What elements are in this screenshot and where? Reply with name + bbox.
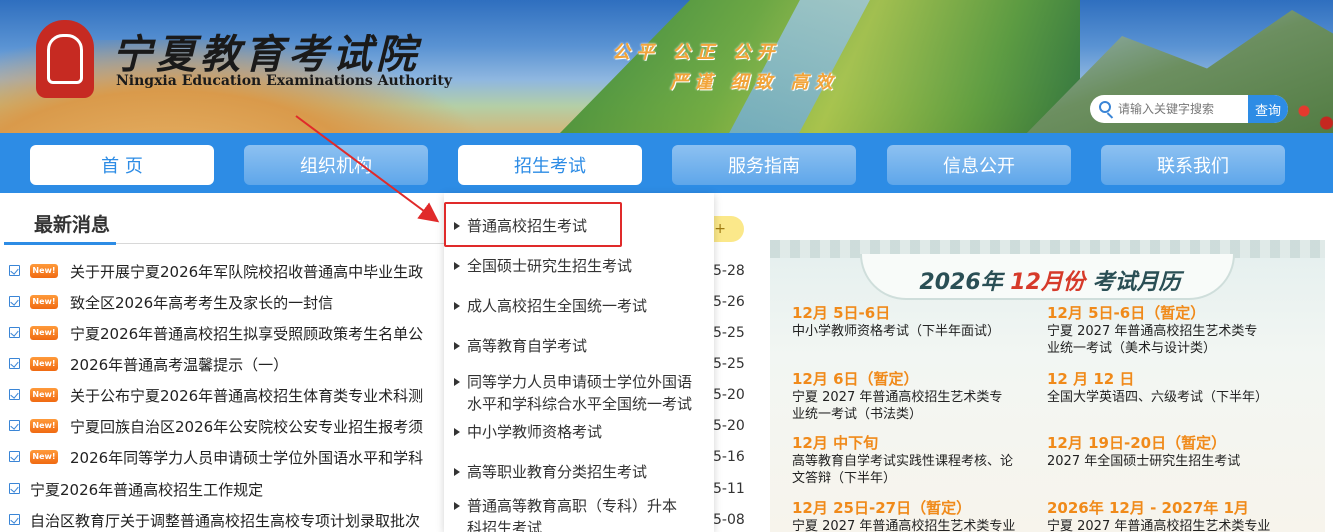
new-badge: New! <box>30 264 58 278</box>
calendar-item: 12月 25日-27日（暂定） 宁夏 2027 年普通高校招生艺术类专业 <box>792 497 1052 532</box>
news-date: 5-20 <box>713 418 745 434</box>
dropdown-item-label: 高等教育自学考试 <box>467 337 588 355</box>
nav-admissions[interactable]: 招生考试 <box>458 145 642 185</box>
dropdown-item-graduate[interactable]: 全国硕士研究生招生考试 <box>452 255 712 277</box>
calendar-item: 12月 6日（暂定） 宁夏 2027 年普通高校招生艺术类专业统一考试（书法类） <box>792 368 1052 423</box>
triangle-right-icon <box>454 302 460 310</box>
news-date: 5-25 <box>713 325 745 341</box>
calendar-date: 12月 25日-27日（暂定） <box>792 499 972 517</box>
search-input[interactable] <box>1118 95 1248 123</box>
triangle-right-icon <box>454 262 460 270</box>
poster-title-month: 12月份 <box>1010 270 1085 295</box>
nav-contact[interactable]: 联系我们 <box>1101 145 1285 185</box>
highlight-box <box>444 202 622 247</box>
triangle-right-icon <box>454 378 460 386</box>
calendar-desc: 宁夏 2027 年普通高校招生艺术类专业统一考试（美术与设计类） <box>1047 324 1258 356</box>
dropdown-item-label: 全国硕士研究生招生考试 <box>467 257 633 275</box>
search-icon <box>1090 95 1118 123</box>
doc-check-icon <box>9 420 20 431</box>
news-date: 5-25 <box>713 356 745 372</box>
exam-calendar-poster[interactable]: 2026年 12月份 考试月历 12月 5日-6日 中小学教师资格考试（下半年面… <box>770 240 1325 532</box>
doc-check-icon <box>9 514 20 525</box>
new-badge: New! <box>30 357 58 371</box>
news-title-underline <box>4 242 116 245</box>
doc-check-icon <box>9 483 20 494</box>
news-date: 5-20 <box>713 387 745 403</box>
logo-seal-icon[interactable] <box>36 20 94 98</box>
dropdown-item-upgrade[interactable]: 普通高等教育高职（专科）升本科招生考试 <box>452 495 712 532</box>
brand-name-cn: 宁夏教育考试院 <box>112 31 420 78</box>
header-banner: 宁夏教育考试院 Ningxia Education Examinations A… <box>0 0 1333 133</box>
calendar-date: 12月 6日（暂定） <box>792 370 919 388</box>
nav-organization[interactable]: 组织机构 <box>244 145 428 185</box>
news-date: 5-26 <box>713 294 745 310</box>
new-badge: New! <box>30 450 58 464</box>
calendar-desc: 宁夏 2027 年普通高校招生艺术类专业统一考试（书法类） <box>792 390 1003 422</box>
brand-name-en: Ningxia Education Examinations Authority <box>116 73 452 89</box>
dropdown-item-label: 普通高等教育高职（专科）升本科招生考试 <box>467 497 678 532</box>
calendar-item: 12月 5日-6日（暂定） 宁夏 2027 年普通高校招生艺术类专业统一考试（美… <box>1047 302 1307 357</box>
doc-check-icon <box>9 327 20 338</box>
dropdown-item-label: 同等学力人员申请硕士学位外国语水平和学科综合水平全国统一考试 <box>467 373 693 413</box>
calendar-item: 12月 中下旬 高等教育自学考试实践性课程考核、论文答辩（下半年） <box>792 432 1052 487</box>
calendar-date: 12月 19日-20日（暂定） <box>1047 434 1227 452</box>
news-headline[interactable]: 宁夏2026年普通高校招生工作规定 <box>30 479 470 500</box>
calendar-desc: 中小学教师资格考试（下半年面试） <box>792 324 1001 339</box>
news-date: 5-16 <box>713 449 745 465</box>
calendar-date: 12月 中下旬 <box>792 434 879 452</box>
triangle-right-icon <box>454 428 460 436</box>
dropdown-item-vocational[interactable]: 高等职业教育分类招生考试 <box>452 461 712 483</box>
slogan-line-2: 严谨 细致 高效 <box>670 72 839 93</box>
poster-title-year: 2026年 <box>919 270 1003 295</box>
news-divider <box>116 243 446 244</box>
triangle-right-icon <box>454 468 460 476</box>
news-date: 5-11 <box>713 481 745 497</box>
new-badge: New! <box>30 326 58 340</box>
nav-service-guide[interactable]: 服务指南 <box>672 145 856 185</box>
news-headline[interactable]: 自治区教育厅关于调整普通高校招生高校专项计划录取批次 <box>30 510 470 531</box>
calendar-desc: 全国大学英语四、六级考试（下半年） <box>1047 390 1269 405</box>
dropdown-item-self-study[interactable]: 高等教育自学考试 <box>452 335 712 357</box>
dropdown-item-label: 中小学教师资格考试 <box>467 423 603 441</box>
doc-check-icon <box>9 296 20 307</box>
triangle-right-icon <box>454 502 460 510</box>
doc-check-icon <box>9 451 20 462</box>
new-badge: New! <box>30 295 58 309</box>
doc-check-icon <box>9 265 20 276</box>
dropdown-item-label: 成人高校招生全国统一考试 <box>467 297 648 315</box>
search-box: 查询 <box>1090 95 1288 123</box>
poster-title: 2026年 12月份 考试月历 <box>870 264 1230 296</box>
calendar-desc: 高等教育自学考试实践性课程考核、论文答辩（下半年） <box>792 454 1014 486</box>
dropdown-item-adult[interactable]: 成人高校招生全国统一考试 <box>452 295 712 317</box>
slogan-line-1: 公平 公正 公开 <box>612 42 781 63</box>
calendar-date: 12月 5日-6日（暂定） <box>1047 304 1206 322</box>
calendar-date: 12月 5日-6日 <box>792 304 891 322</box>
news-date: 5-28 <box>713 263 745 279</box>
new-badge: New! <box>30 419 58 433</box>
calendar-desc: 宁夏 2027 年普通高校招生艺术类专业 <box>792 519 1016 532</box>
news-section-title: 最新消息 <box>34 214 111 236</box>
main-nav: 首 页 组织机构 招生考试 服务指南 信息公开 联系我们 <box>0 133 1333 193</box>
nav-info-disclosure[interactable]: 信息公开 <box>887 145 1071 185</box>
calendar-date: 2026年 12月 - 2027年 1月 <box>1047 499 1249 517</box>
calendar-desc: 宁夏 2027 年普通高校招生艺术类专业 <box>1047 519 1271 532</box>
calendar-item: 12月 5日-6日 中小学教师资格考试（下半年面试） <box>792 302 1052 340</box>
news-date: 5-08 <box>713 512 745 528</box>
dropdown-item-label: 高等职业教育分类招生考试 <box>467 463 648 481</box>
poster-title-suffix: 考试月历 <box>1092 270 1181 295</box>
calendar-item: 12 月 12 日 全国大学英语四、六级考试（下半年） <box>1047 368 1307 406</box>
calendar-date: 12 月 12 日 <box>1047 370 1135 388</box>
doc-check-icon <box>9 389 20 400</box>
calendar-item: 12月 19日-20日（暂定） 2027 年全国硕士研究生招生考试 <box>1047 432 1307 470</box>
search-button[interactable]: 查询 <box>1248 95 1288 123</box>
dropdown-item-teacher[interactable]: 中小学教师资格考试 <box>452 421 712 443</box>
calendar-item: 2026年 12月 - 2027年 1月 宁夏 2027 年普通高校招生艺术类专… <box>1047 497 1307 532</box>
triangle-right-icon <box>454 342 460 350</box>
doc-check-icon <box>9 358 20 369</box>
dropdown-item-equivalent[interactable]: 同等学力人员申请硕士学位外国语水平和学科综合水平全国统一考试 <box>452 371 712 415</box>
calendar-desc: 2027 年全国硕士研究生招生考试 <box>1047 454 1241 469</box>
new-badge: New! <box>30 388 58 402</box>
nav-home[interactable]: 首 页 <box>30 145 214 185</box>
